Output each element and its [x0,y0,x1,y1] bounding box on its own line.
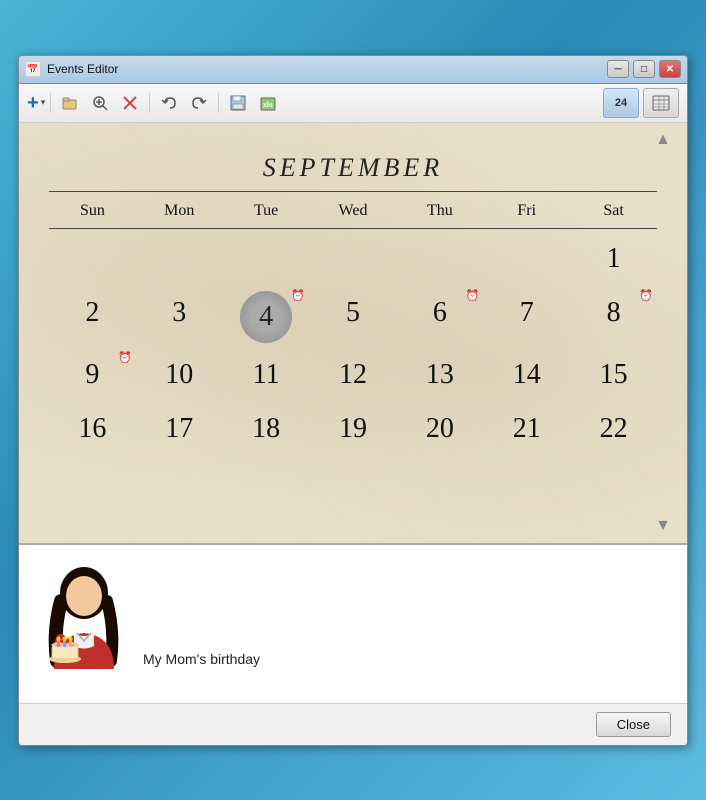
title-bar: 📅 Events Editor ─ □ ✕ [19,56,687,84]
day-6-alarm-icon: ⏰ [466,289,480,302]
save-button[interactable] [224,90,252,116]
month-divider [49,191,657,192]
open-button[interactable] [56,90,84,116]
title-controls: ─ □ ✕ [607,60,681,78]
day-4-label: 4 [259,301,273,333]
weekday-tue: Tue [223,198,310,224]
calendar-grid: 1 2 3 4 ⏰ 5 ⏰ 6 7 ⏰ 8 ⏰ 9 10 1 [49,237,657,451]
day-13[interactable]: 13 [396,353,483,397]
minimize-button[interactable]: ─ [607,60,629,78]
day-4-alarm-icon: ⏰ [291,289,305,302]
day-17[interactable]: 17 [136,407,223,451]
day-empty-5 [396,237,483,281]
add-button-group: + ▾ [27,93,45,113]
weekday-fri: Fri [483,198,570,224]
event-item: My Mom's birthday [39,561,667,671]
weekday-wed: Wed [310,198,397,224]
day-8-alarm-icon: ⏰ [639,289,653,302]
day-20[interactable]: 20 [396,407,483,451]
window-title: Events Editor [47,62,118,76]
event-panel: My Mom's birthday [19,543,687,703]
day-empty-2 [136,237,223,281]
event-avatar [39,561,129,671]
toolbar-separator-3 [218,93,219,113]
day-empty-1 [49,237,136,281]
toolbar-right: 24 [603,88,679,118]
weekday-sat: Sat [570,198,657,224]
toolbar: + ▾ [19,84,687,123]
svg-text:xls: xls [263,102,273,109]
window-icon: 📅 [25,61,41,77]
view-day-button[interactable]: 24 [603,88,639,118]
day-4-selected[interactable]: 4 ⏰ [240,291,292,343]
undo-button[interactable] [155,90,183,116]
view-day-label: 24 [615,97,627,109]
weekday-thu: Thu [396,198,483,224]
day-11[interactable]: 11 [223,353,310,397]
day-15[interactable]: 15 [570,353,657,397]
day-empty-6 [483,237,570,281]
day-9[interactable]: ⏰ 9 [49,353,136,397]
day-1[interactable]: 1 [570,237,657,281]
day-21[interactable]: 21 [483,407,570,451]
weekday-divider [49,228,657,229]
day-5[interactable]: 5 [310,291,397,343]
main-window: 📅 Events Editor ─ □ ✕ + ▾ [18,55,688,746]
export-button[interactable]: xls [254,90,282,116]
view-month-button[interactable] [643,88,679,118]
day-10[interactable]: 10 [136,353,223,397]
day-7[interactable]: 7 [483,291,570,343]
day-19[interactable]: 19 [310,407,397,451]
day-empty-3 [223,237,310,281]
add-button[interactable]: + [27,93,39,113]
calendar-area: ▲ ▼ SEPTEMBER Sun Mon Tue Wed Thu Fri Sa… [19,123,687,543]
day-22[interactable]: 22 [570,407,657,451]
day-14[interactable]: 14 [483,353,570,397]
event-title: My Mom's birthday [143,651,260,667]
redo-button[interactable] [185,90,213,116]
close-button[interactable]: Close [596,712,671,737]
day-16[interactable]: 16 [49,407,136,451]
calendar-weekdays: Sun Mon Tue Wed Thu Fri Sat [49,198,657,224]
footer: Close [19,703,687,745]
calendar-month: SEPTEMBER [39,153,667,183]
toolbar-separator-1 [50,93,51,113]
maximize-button[interactable]: □ [633,60,655,78]
weekday-sun: Sun [49,198,136,224]
day-6[interactable]: ⏰ 6 [396,291,483,343]
delete-button[interactable] [116,90,144,116]
scroll-up-button[interactable]: ▲ [655,131,671,149]
toolbar-separator-2 [149,93,150,113]
day-12[interactable]: 12 [310,353,397,397]
day-2[interactable]: 2 [49,291,136,343]
scroll-down-button[interactable]: ▼ [655,517,671,535]
day-3[interactable]: 3 [136,291,223,343]
window-close-button[interactable]: ✕ [659,60,681,78]
zoom-button[interactable] [86,90,114,116]
day-empty-4 [310,237,397,281]
add-dropdown-arrow[interactable]: ▾ [41,97,46,108]
toolbar-left: + ▾ [27,90,282,116]
day-8[interactable]: ⏰ 8 [570,291,657,343]
event-label: My Mom's birthday [143,651,260,671]
day-9-alarm-icon: ⏰ [118,351,132,364]
title-bar-left: 📅 Events Editor [25,61,118,77]
weekday-mon: Mon [136,198,223,224]
day-18[interactable]: 18 [223,407,310,451]
